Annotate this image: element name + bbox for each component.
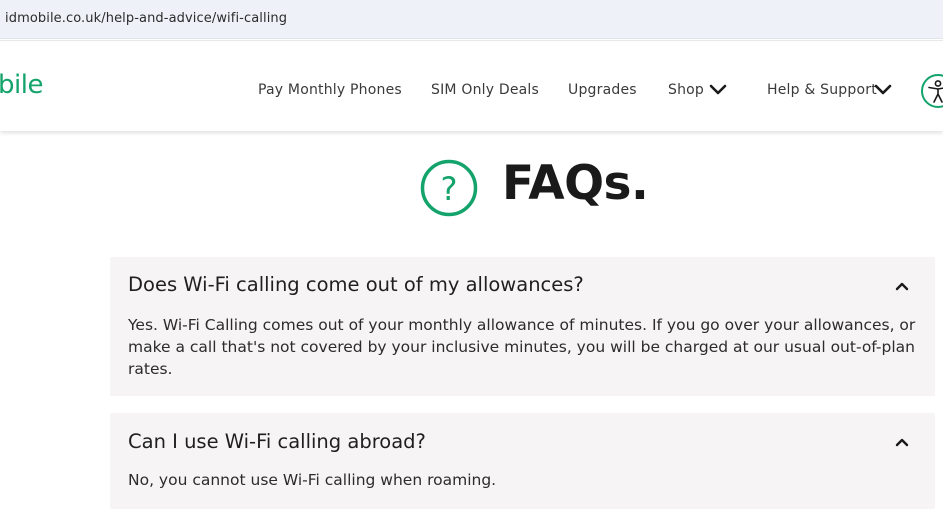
faq-question[interactable]: Can I use Wi-Fi calling abroad?	[128, 430, 426, 453]
nav-shop[interactable]: Shop	[668, 82, 704, 98]
faq-answer-line: Yes. Wi-Fi Calling comes out of your mon…	[128, 316, 916, 334]
svg-text:?: ?	[441, 170, 458, 208]
logo[interactable]: bile	[0, 70, 43, 100]
faq-item: Does Wi-Fi calling come out of my allowa…	[110, 257, 935, 396]
address-bar[interactable]: idmobile.co.uk/help-and-advice/wifi-call…	[0, 0, 943, 39]
accessibility-button[interactable]	[921, 74, 943, 108]
url-text[interactable]: idmobile.co.uk/help-and-advice/wifi-call…	[5, 11, 287, 26]
nav-upgrades[interactable]: Upgrades	[568, 82, 637, 98]
nav-pay-monthly-phones[interactable]: Pay Monthly Phones	[258, 82, 402, 98]
faq-answer-line: make a call that's not covered by your i…	[128, 338, 915, 356]
page-title: FAQs.	[502, 156, 649, 211]
chevron-down-icon[interactable]	[709, 82, 727, 96]
faq-answer: Yes. Wi-Fi Calling comes out of your mon…	[128, 314, 918, 380]
faq-answer-line: No, you cannot use Wi-Fi calling when ro…	[128, 471, 497, 489]
site-header: bile Pay Monthly Phones SIM Only Deals U…	[0, 43, 943, 131]
accessibility-icon	[928, 80, 943, 103]
question-circle-icon: ?	[420, 159, 478, 217]
nav-sim-only-deals[interactable]: SIM Only Deals	[431, 82, 539, 98]
chevron-down-icon[interactable]	[874, 82, 892, 96]
nav-help-support[interactable]: Help & Support	[767, 82, 877, 98]
faq-item: Can I use Wi-Fi calling abroad? No, you …	[110, 413, 935, 509]
faq-answer: No, you cannot use Wi-Fi calling when ro…	[128, 469, 918, 491]
faq-question[interactable]: Does Wi-Fi calling come out of my allowa…	[128, 273, 584, 296]
chevron-up-icon[interactable]	[894, 436, 910, 448]
divider	[0, 40, 943, 41]
faq-answer-line: rates.	[128, 360, 173, 378]
chevron-up-icon[interactable]	[894, 280, 910, 292]
